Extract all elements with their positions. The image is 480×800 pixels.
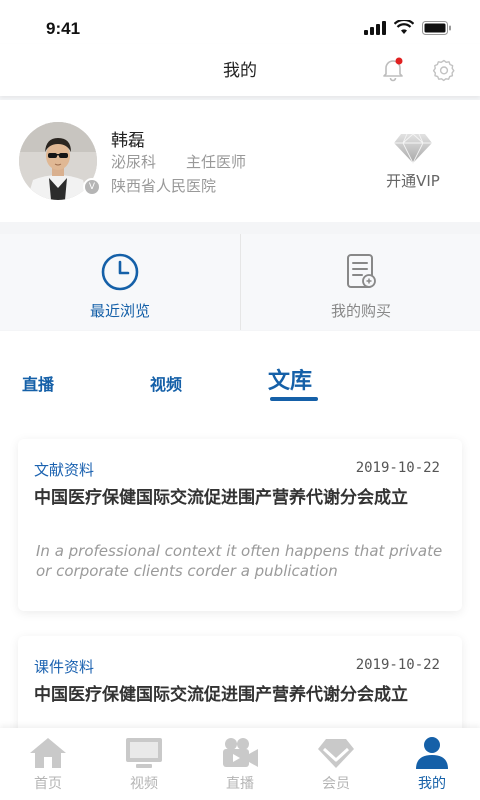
recent-browsing-label: 最近浏览 (89, 302, 150, 320)
diamond-icon (318, 739, 354, 768)
tabbar-mine-label: 我的 (418, 776, 446, 792)
verified-badge-icon: V (83, 178, 101, 196)
camera-icon (223, 738, 258, 767)
page-title: 我的 (223, 61, 257, 81)
tabbar-video[interactable]: 视频 (96, 728, 192, 800)
profile-card[interactable]: V 韩磊 泌尿科 主任医师 陕西省人民医院 开通VIP (0, 100, 480, 222)
signal-icon (364, 20, 386, 35)
article-title: 中国医疗保健国际交流促进围产营养代谢分会成立 (34, 685, 408, 705)
my-purchases-button[interactable]: 我的购买 (240, 234, 480, 330)
article-description: In a professional context it often happe… (36, 542, 443, 580)
tab-live[interactable]: 直播 (22, 371, 54, 395)
tabbar-member[interactable]: 会员 (288, 728, 384, 800)
person-icon (416, 737, 448, 769)
article-type: 文献资料 (34, 461, 95, 479)
my-purchases-label: 我的购买 (330, 302, 391, 320)
article-date: 2019-10-22 (355, 657, 440, 673)
doctor-role: 主任医师 (186, 153, 247, 171)
bottom-tab-bar: 首页 视频 直播 会员 我的 (0, 728, 480, 800)
tabbar-home[interactable]: 首页 (0, 728, 96, 800)
notification-bell-icon[interactable] (380, 56, 406, 82)
doctor-name: 韩磊 (111, 131, 145, 151)
tabbar-live-label: 直播 (226, 776, 254, 792)
active-tab-indicator (270, 397, 318, 401)
status-icons (364, 20, 452, 35)
quick-actions: 最近浏览 我的购买 (0, 234, 480, 330)
tabbar-mine[interactable]: 我的 (384, 728, 480, 800)
doctor-hospital: 陕西省人民医院 (111, 177, 217, 195)
home-icon (30, 738, 66, 768)
tabbar-home-label: 首页 (34, 776, 62, 792)
open-vip-button[interactable]: 开通VIP (372, 132, 454, 191)
tabbar-live[interactable]: 直播 (192, 728, 288, 800)
monitor-icon (126, 738, 162, 768)
article-type: 课件资料 (34, 658, 95, 676)
tabbar-video-label: 视频 (130, 776, 158, 792)
tab-video[interactable]: 视频 (150, 371, 182, 395)
article-title: 中国医疗保健国际交流促进围产营养代谢分会成立 (34, 488, 408, 508)
nav-bar: 我的 (0, 44, 480, 96)
recent-browsing-button[interactable]: 最近浏览 (0, 234, 240, 330)
receipt-icon (347, 254, 376, 288)
tab-library[interactable]: 文库 (268, 363, 312, 395)
settings-gear-icon[interactable] (432, 58, 456, 82)
notification-dot (395, 57, 403, 65)
diamond-icon (394, 133, 432, 165)
status-time: 9:41 (46, 19, 81, 38)
clock-icon (101, 253, 139, 291)
doctor-department: 泌尿科 (111, 153, 157, 171)
wifi-icon (394, 20, 414, 34)
open-vip-label: 开通VIP (386, 172, 440, 190)
article-date: 2019-10-22 (355, 460, 440, 476)
status-bar: 9:41 (0, 0, 480, 44)
article-card[interactable]: 文献资料 2019-10-22 中国医疗保健国际交流促进围产营养代谢分会成立 I… (18, 439, 462, 611)
tabbar-member-label: 会员 (322, 776, 350, 792)
battery-icon (422, 20, 451, 35)
